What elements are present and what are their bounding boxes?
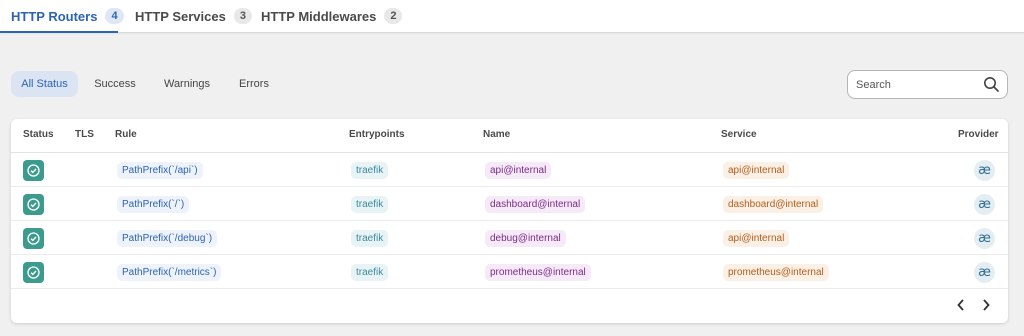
- filter-all-status[interactable]: All Status: [11, 71, 78, 97]
- header-name: Name: [483, 129, 511, 140]
- header-tls: TLS: [75, 129, 94, 140]
- entrypoint-badge: traefik: [351, 230, 389, 247]
- table-row[interactable]: PathPrefix(`/api`) traefik api@internal …: [11, 153, 1008, 187]
- routers-table: Status TLS Rule Entrypoints Name Service…: [11, 119, 1008, 323]
- filter-errors[interactable]: Errors: [230, 71, 278, 97]
- tab-http-routers[interactable]: HTTP Routers 4: [11, 7, 124, 25]
- service-badge: api@internal: [723, 230, 790, 247]
- router-name-badge: dashboard@internal: [485, 196, 586, 213]
- search-input[interactable]: [856, 76, 981, 94]
- tab-label: HTTP Middlewares: [261, 8, 377, 24]
- table-row[interactable]: PathPrefix(`/debug`) traefik debug@inter…: [11, 221, 1008, 255]
- chevron-left-icon[interactable]: [953, 297, 969, 313]
- entrypoint-badge: traefik: [351, 264, 389, 281]
- router-name-badge: prometheus@internal: [485, 264, 591, 281]
- router-name-badge: debug@internal: [485, 230, 566, 247]
- success-check-icon: [23, 160, 44, 181]
- table-header: Status TLS Rule Entrypoints Name Service…: [11, 119, 1008, 153]
- filter-warnings[interactable]: Warnings: [154, 71, 220, 97]
- tab-http-middlewares[interactable]: HTTP Middlewares 2: [261, 7, 403, 25]
- internal-provider-icon: æ: [974, 194, 995, 215]
- internal-provider-icon: æ: [974, 160, 995, 181]
- tab-count-badge: 4: [105, 8, 124, 24]
- header-entrypoints: Entrypoints: [349, 129, 405, 140]
- rule-badge: PathPrefix(`/debug`): [117, 230, 218, 247]
- active-tab-indicator: [0, 31, 118, 33]
- success-check-icon: [23, 194, 44, 215]
- rule-badge: PathPrefix(`/`): [117, 196, 190, 213]
- header-rule: Rule: [115, 129, 137, 140]
- router-name-badge: api@internal: [485, 162, 552, 179]
- rule-badge: PathPrefix(`/api`): [117, 162, 203, 179]
- tab-count-badge: 3: [233, 8, 252, 24]
- top-tab-bar: HTTP Routers 4 HTTP Services 3 HTTP Midd…: [0, 0, 1024, 33]
- search-icon[interactable]: [983, 76, 1000, 93]
- tab-label: HTTP Services: [135, 8, 226, 24]
- header-provider: Provider: [958, 129, 999, 140]
- header-status: Status: [23, 129, 54, 140]
- search-box: [847, 70, 1008, 99]
- tab-label: HTTP Routers: [11, 8, 98, 24]
- service-badge: api@internal: [723, 162, 790, 179]
- filter-success[interactable]: Success: [85, 71, 145, 97]
- success-check-icon: [23, 228, 44, 249]
- entrypoint-badge: traefik: [351, 196, 389, 213]
- service-badge: dashboard@internal: [723, 196, 824, 213]
- table-row[interactable]: PathPrefix(`/metrics`) traefik prometheu…: [11, 255, 1008, 289]
- entrypoint-badge: traefik: [351, 162, 389, 179]
- service-badge: prometheus@internal: [723, 264, 829, 281]
- success-check-icon: [23, 262, 44, 283]
- internal-provider-icon: æ: [974, 262, 995, 283]
- tab-http-services[interactable]: HTTP Services 3: [135, 7, 252, 25]
- table-row[interactable]: PathPrefix(`/`) traefik dashboard@intern…: [11, 187, 1008, 221]
- header-service: Service: [721, 129, 757, 140]
- rule-badge: PathPrefix(`/metrics`): [117, 264, 222, 281]
- tab-count-badge: 2: [384, 8, 403, 24]
- chevron-right-icon[interactable]: [978, 297, 994, 313]
- internal-provider-icon: æ: [974, 228, 995, 249]
